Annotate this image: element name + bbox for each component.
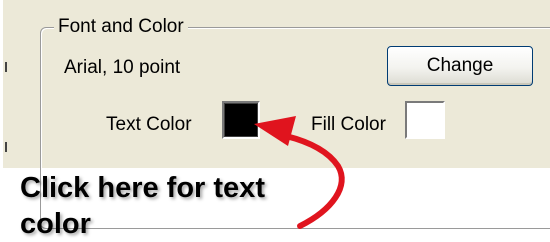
text-color-swatch[interactable] xyxy=(222,101,260,139)
screenshot-stage: Font and Color Arial, 10 point Change Te… xyxy=(0,0,550,242)
text-color-label: Text Color xyxy=(106,114,192,135)
fill-color-swatch[interactable] xyxy=(405,101,445,139)
dialog-left-edge xyxy=(0,0,3,168)
left-edge-mark xyxy=(5,62,7,72)
annotation-callout: Click here for text color xyxy=(20,172,265,240)
left-edge-mark xyxy=(5,142,7,152)
current-font-label: Arial, 10 point xyxy=(64,57,181,78)
change-font-button[interactable]: Change xyxy=(387,46,533,86)
fill-color-label: Fill Color xyxy=(311,114,386,135)
group-title: Font and Color xyxy=(54,15,188,39)
